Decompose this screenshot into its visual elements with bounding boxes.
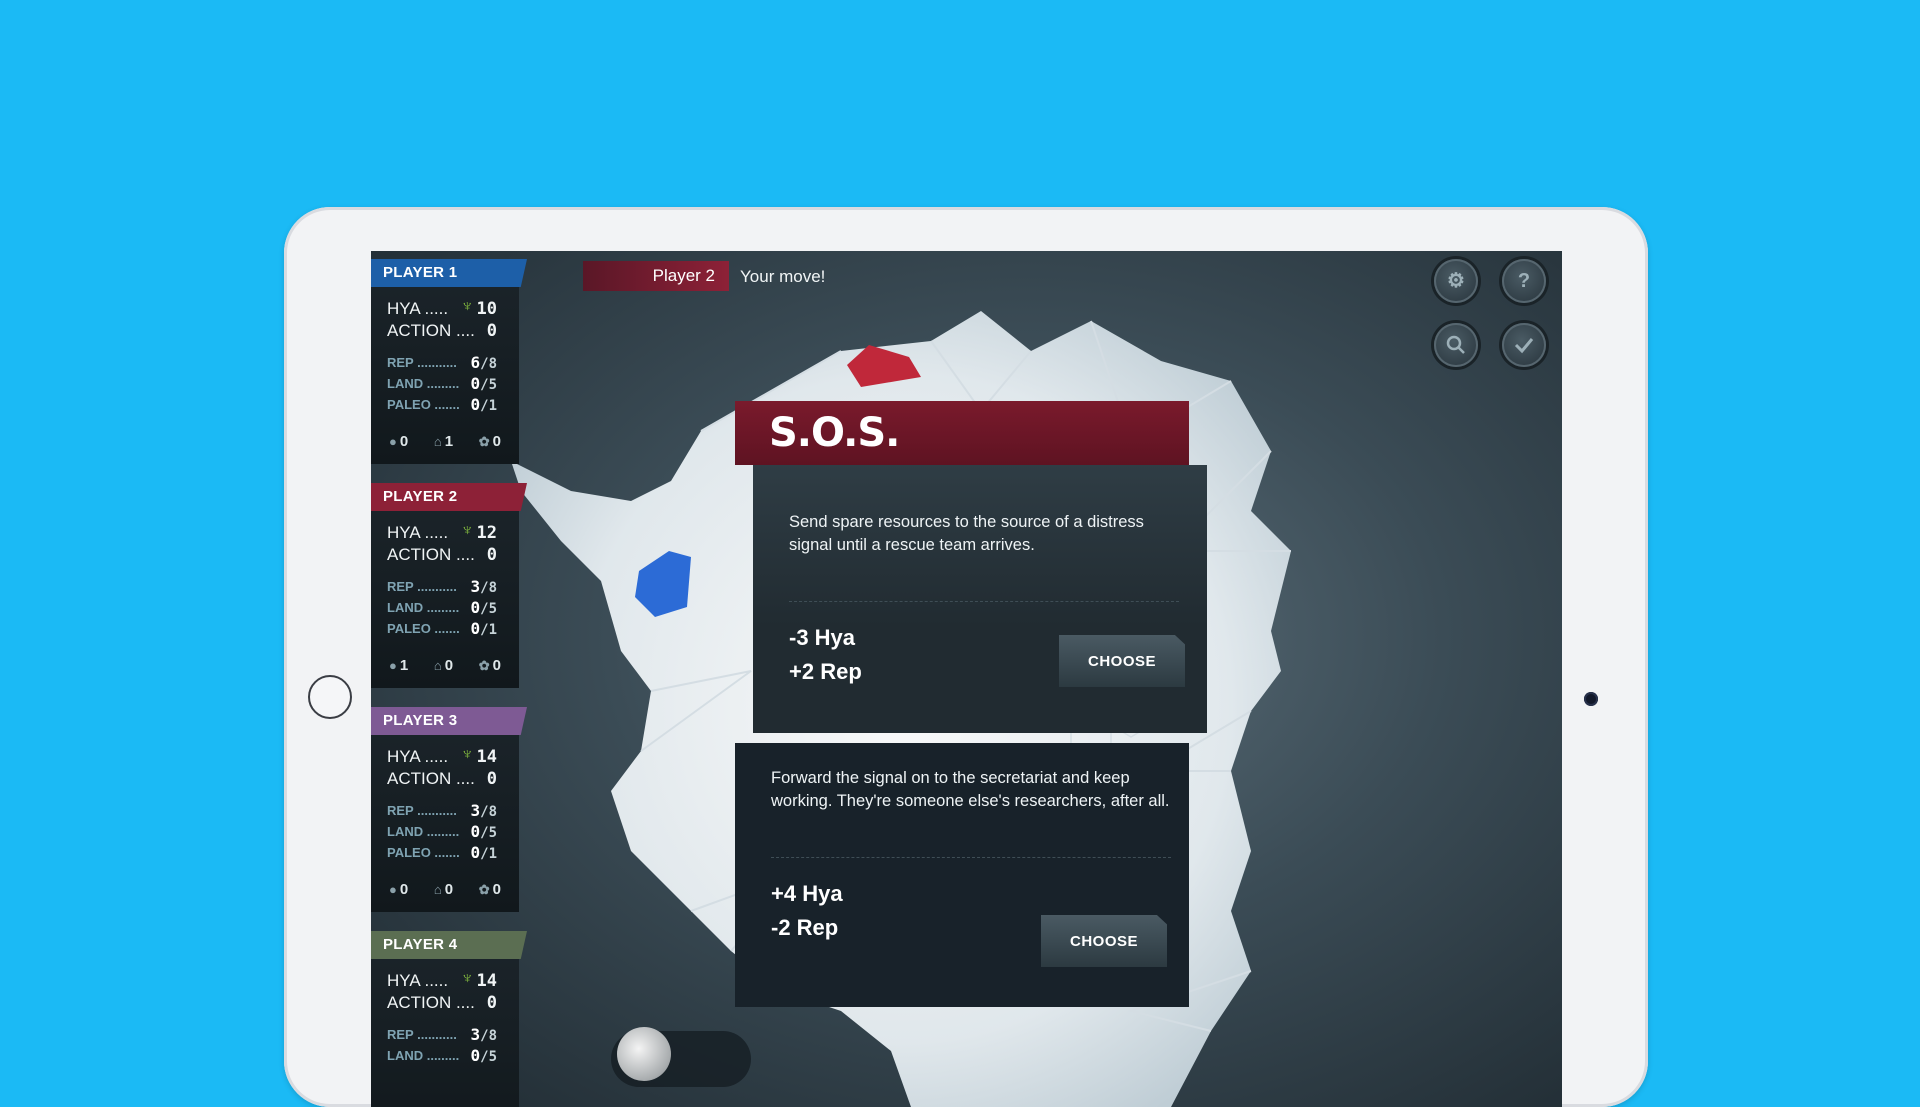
leaf-icon: ♆ <box>461 298 473 315</box>
player-3-header: PLAYER 3 <box>371 707 527 735</box>
option-effect: +2 Rep <box>789 659 862 684</box>
option-divider <box>771 857 1171 858</box>
station-icon: ⌂ <box>433 658 442 673</box>
hya-row: HYA ..... ♆ 12 <box>387 522 497 543</box>
fossil-icon: ✿ <box>478 434 490 449</box>
turn-message: Your move! <box>740 267 826 286</box>
resource-row: ● 0 ⌂ 1 ✿ 0 <box>389 433 501 450</box>
option-description: Forward the signal on to the secretariat… <box>771 769 1170 810</box>
player-2-panel: PLAYER 2 HYA ..... ♆ 12 ACTION .... 0 REP .… <box>371 483 527 688</box>
fossil-icon: ✿ <box>478 882 490 897</box>
choose-button-option-2[interactable]: CHOOSE <box>1041 915 1167 967</box>
player-4-panel: PLAYER 4 HYA ..... ♆ 14 ACTION .... 0 REP .… <box>371 931 527 1107</box>
ipad-frame: PLAYER 1 HYA ..... ♆ 10 ACTION .... 0 REP .… <box>284 207 1648 1107</box>
front-camera <box>1584 692 1598 706</box>
station-icon: ⌂ <box>433 434 442 449</box>
choose-button-option-1[interactable]: CHOOSE <box>1059 635 1185 687</box>
hya-row: HYA ..... ♆ 14 <box>387 746 497 767</box>
player-3-panel: PLAYER 3 HYA ..... ♆ 14 ACTION .... 0 REP .… <box>371 707 527 912</box>
player-4-header: PLAYER 4 <box>371 931 527 959</box>
paleo-row: PALEO ....... 0/1 <box>387 619 497 638</box>
player-1-header: PLAYER 1 <box>371 259 527 287</box>
option-effect: -3 Hya <box>789 625 856 650</box>
moon-icon <box>617 1027 671 1081</box>
option-divider <box>789 601 1179 602</box>
rep-row: REP ........... 3/8 <box>387 577 497 596</box>
land-row: LAND ......... 0/5 <box>387 822 497 841</box>
player-1-panel: PLAYER 1 HYA ..... ♆ 10 ACTION .... 0 REP .… <box>371 259 527 464</box>
action-row: ACTION .... 0 <box>387 769 497 789</box>
penguin-icon: ● <box>389 882 397 897</box>
rep-row: REP ........... 6/8 <box>387 353 497 372</box>
action-row: ACTION .... 0 <box>387 993 497 1013</box>
action-row: ACTION .... 0 <box>387 545 497 565</box>
hya-row: HYA ..... ♆ 14 <box>387 970 497 991</box>
question-icon: ? <box>1517 270 1531 292</box>
player-2-header: PLAYER 2 <box>371 483 527 511</box>
game-screen: PLAYER 1 HYA ..... ♆ 10 ACTION .... 0 REP .… <box>371 251 1562 1107</box>
resource-row: ● 0 ⌂ 0 ✿ 0 <box>389 881 501 898</box>
leaf-icon: ♆ <box>461 970 473 987</box>
action-row: ACTION .... 0 <box>387 321 497 341</box>
settings-button[interactable]: ⚙ <box>1434 259 1478 303</box>
resource-row: ● 1 ⌂ 0 ✿ 0 <box>389 657 501 674</box>
leaf-icon: ♆ <box>461 522 473 539</box>
option-effect: +4 Hya <box>771 881 843 906</box>
zoom-button[interactable] <box>1434 323 1478 367</box>
option-effect: -2 Rep <box>771 915 839 940</box>
current-player-banner: Player 2 <box>583 261 729 291</box>
gear-icon: ⚙ <box>1447 270 1465 292</box>
land-row: LAND ......... 0/5 <box>387 374 497 393</box>
paleo-row: PALEO ....... 0/1 <box>387 843 497 862</box>
checkmark-icon <box>1514 338 1534 354</box>
hya-row: HYA ..... ♆ 10 <box>387 298 497 319</box>
event-option-2: Forward the signal on to the secretariat… <box>735 743 1189 1007</box>
confirm-button[interactable] <box>1502 323 1546 367</box>
help-button[interactable]: ? <box>1502 259 1546 303</box>
option-description: Send spare resources to the source of a … <box>789 513 1144 554</box>
rep-row: REP ........... 3/8 <box>387 1025 497 1044</box>
land-row: LAND ......... 0/5 <box>387 598 497 617</box>
event-title: S.O.S. <box>735 401 1189 465</box>
fossil-icon: ✿ <box>478 658 490 673</box>
penguin-icon: ● <box>389 434 397 449</box>
penguin-icon: ● <box>389 658 397 673</box>
paleo-row: PALEO ....... 0/1 <box>387 395 497 414</box>
magnifier-icon <box>1446 335 1465 354</box>
leaf-icon: ♆ <box>461 746 473 763</box>
rep-row: REP ........... 3/8 <box>387 801 497 820</box>
land-row: LAND ......... 0/5 <box>387 1046 497 1065</box>
station-icon: ⌂ <box>433 882 442 897</box>
home-button[interactable] <box>308 675 352 719</box>
event-option-1: Send spare resources to the source of a … <box>753 465 1207 733</box>
